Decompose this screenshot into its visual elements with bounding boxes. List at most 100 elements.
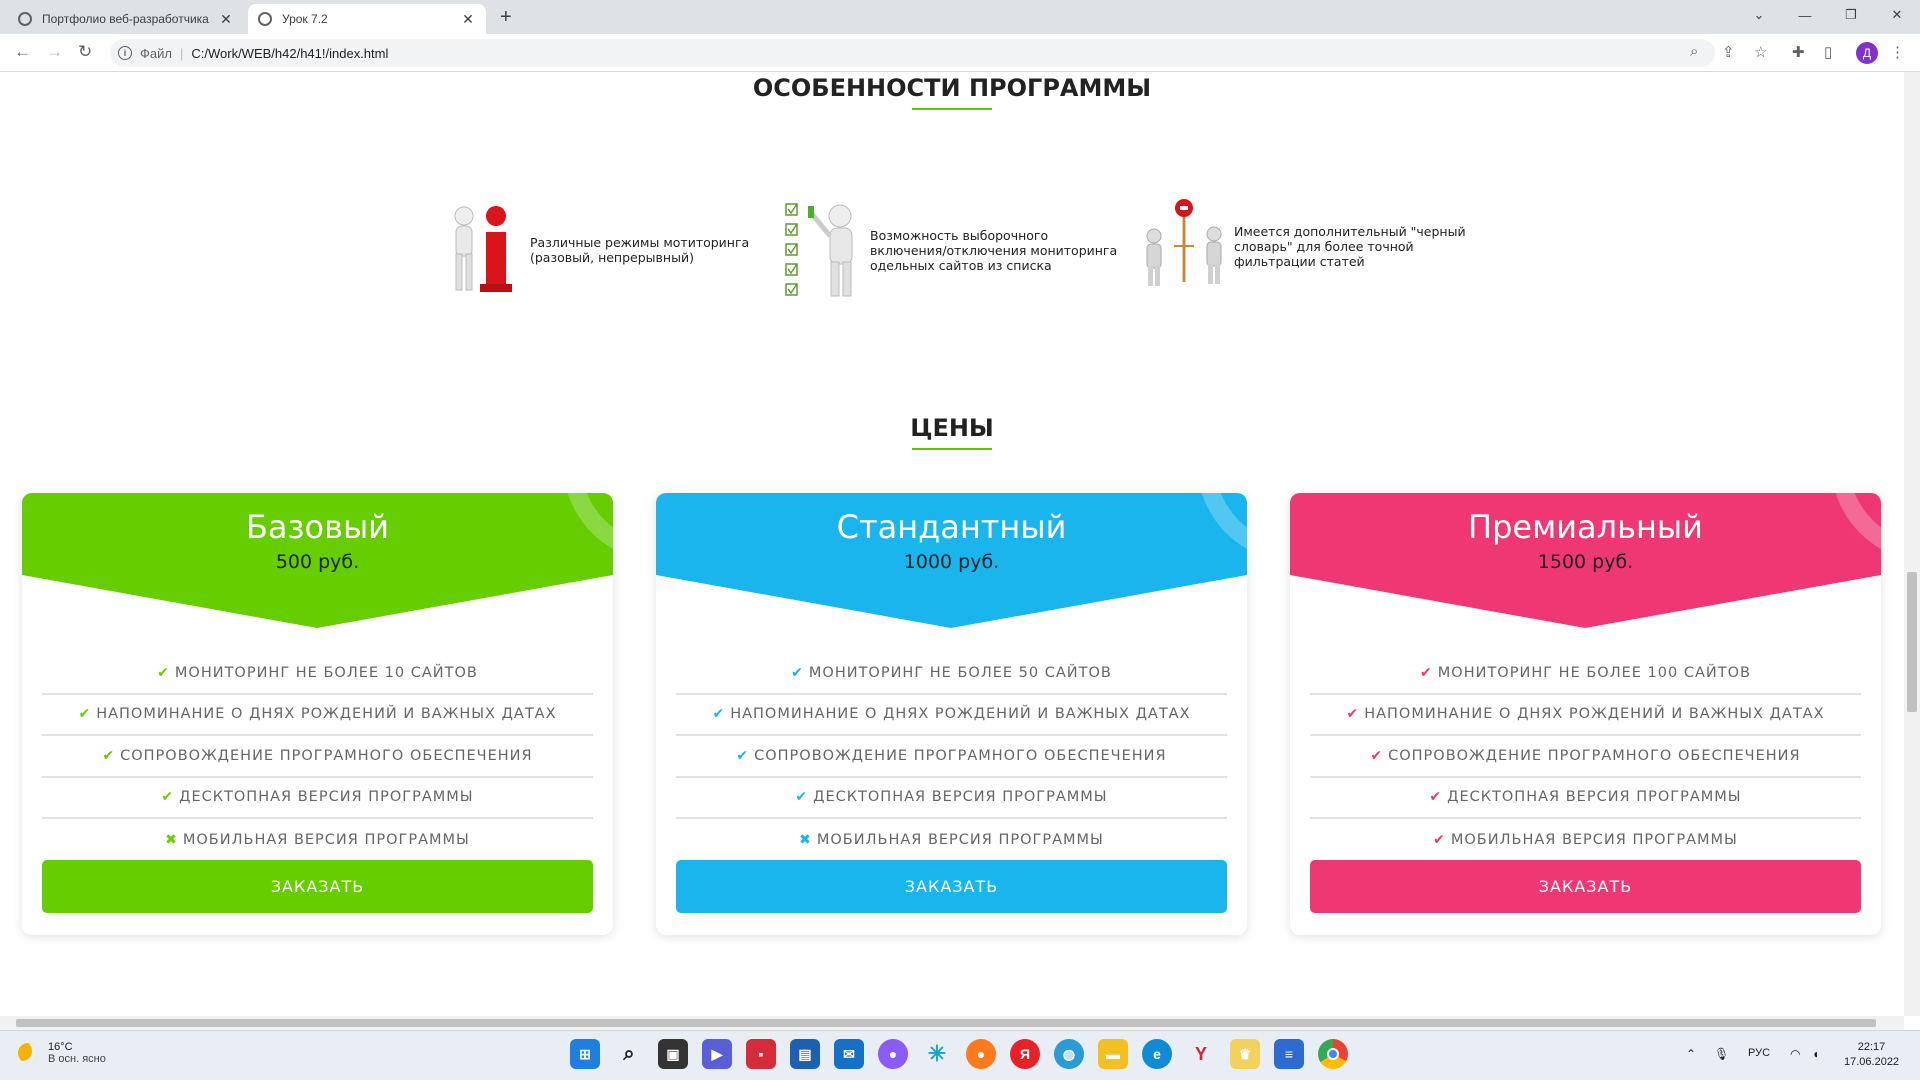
plan-feature-text: НАПОМИНАНИЕ О ДНЯХ РОЖДЕНИЙ И ВАЖНЫХ ДАТ… bbox=[1364, 706, 1825, 723]
chat-icon[interactable]: ▶ bbox=[702, 1039, 732, 1069]
features-title-text: ОСОБЕННОСТИ ПРОГРАММЫ bbox=[752, 74, 1152, 102]
plan-feature-text: МОБИЛЬНАЯ ВЕРСИЯ ПРОГРАММЫ bbox=[1450, 831, 1738, 848]
start-icon[interactable]: ⊞ bbox=[570, 1039, 600, 1069]
edge-icon[interactable]: e bbox=[1142, 1039, 1172, 1069]
close-tab-icon[interactable]: ✕ bbox=[218, 11, 234, 28]
cross-icon: ✖ bbox=[799, 831, 812, 848]
crown-icon[interactable]: ♛ bbox=[1230, 1039, 1260, 1069]
weather-widget[interactable]: 16°C В осн. ясно bbox=[18, 1041, 106, 1065]
horizontal-scrollbar[interactable] bbox=[0, 1016, 1904, 1030]
tab-portfolio[interactable]: Портфолио веб-разработчика ✕ bbox=[8, 4, 244, 34]
plan-feature: ✔ ДЕСКТОПНАЯ ВЕРСИЯ ПРОГРАММЫ bbox=[676, 778, 1227, 819]
back-icon[interactable]: ← bbox=[14, 42, 31, 62]
plan-feature-text: ДЕСКТОПНАЯ ВЕРСИЯ ПРОГРАММЫ bbox=[813, 789, 1108, 806]
volume-icon[interactable]: ◖ bbox=[1812, 1047, 1819, 1061]
wifi-icon[interactable]: ◠ bbox=[1790, 1047, 1800, 1061]
clock-date: 17.06.2022 bbox=[1844, 1056, 1900, 1068]
plan-feature: ✔ МОНИТОРИНГ НЕ БОЛЕЕ 10 САЙТОВ bbox=[42, 653, 593, 695]
plan-feature: ✔ МОБИЛЬНАЯ ВЕРСИЯ ПРОГРАММЫ bbox=[1310, 819, 1861, 861]
mail-icon[interactable]: ✉ bbox=[834, 1039, 864, 1069]
yandex-browser-icon[interactable]: Я bbox=[1010, 1039, 1040, 1069]
snowflake-icon[interactable]: ✳ bbox=[922, 1039, 952, 1069]
zoom-icon[interactable]: ⌕ bbox=[1690, 43, 1698, 60]
feature-item: Имеется дополнительный "черный словарь" … bbox=[1144, 198, 1474, 294]
share-icon[interactable]: ⇪ bbox=[1722, 43, 1735, 61]
clock-time: 22:17 bbox=[1857, 1041, 1886, 1053]
taskbar: 16°C В осн. ясно ⊞ ⌕ ▣ ▶ ▪ ▤ ✉ ● ✳ ● Я ◍… bbox=[0, 1030, 1920, 1080]
restore-button[interactable]: ❐ bbox=[1828, 0, 1874, 30]
weather-desc: В осн. ясно bbox=[48, 1053, 106, 1065]
address-bar[interactable]: i Файл | C:/Work/WEB/h42/h41!/index.html bbox=[110, 39, 1715, 67]
task-view-icon[interactable]: ▣ bbox=[658, 1039, 688, 1069]
tab-strip: Портфолио веб-разработчика ✕ Урок 7.2 ✕ … bbox=[0, 0, 1920, 34]
plan-feature: ✔ МОНИТОРИНГ НЕ БОЛЕЕ 100 САЙТОВ bbox=[1310, 653, 1861, 695]
plan-price: 1000 руб. bbox=[903, 551, 1000, 573]
side-panel-icon[interactable]: ▯ bbox=[1824, 43, 1832, 61]
extensions-icon[interactable]: ✚ bbox=[1792, 43, 1805, 61]
page-content: ОСОБЕННОСТИ ПРОГРАММЫ Различные режимы м… bbox=[0, 72, 1904, 1016]
scroll-thumb[interactable] bbox=[1907, 572, 1917, 712]
yandex-icon[interactable]: Y bbox=[1186, 1039, 1216, 1069]
search-icon[interactable]: ⌕ bbox=[614, 1039, 644, 1069]
vertical-scrollbar[interactable] bbox=[1904, 72, 1920, 1016]
alice-icon[interactable]: ● bbox=[878, 1039, 908, 1069]
url-text[interactable]: C:/Work/WEB/h42/h41!/index.html bbox=[191, 46, 388, 61]
feature-item: Возможность выборочного включения/отключ… bbox=[784, 200, 1120, 300]
taskbar-apps: ⊞ ⌕ ▣ ▶ ▪ ▤ ✉ ● ✳ ● Я ◍ ▬ e Y ♛ ≡ bbox=[570, 1039, 1362, 1069]
info-icon[interactable]: i bbox=[118, 46, 132, 60]
plan-feature-text: МОНИТОРИНГ НЕ БОЛЕЕ 10 САЙТОВ bbox=[174, 664, 478, 681]
tab-search-icon[interactable]: ⌄ bbox=[1736, 0, 1782, 30]
check-icon: ✔ bbox=[161, 789, 175, 806]
check-icon: ✔ bbox=[78, 706, 92, 723]
show-hidden-icons[interactable]: ⌃ bbox=[1686, 1047, 1696, 1061]
notepad-icon[interactable]: ≡ bbox=[1274, 1039, 1304, 1069]
title-underline bbox=[912, 108, 992, 110]
card-header: Базовый 500 руб. bbox=[22, 493, 613, 628]
plan-feature-list: ✔ МОНИТОРИНГ НЕ БОЛЕЕ 10 САЙТОВ ✔ НАПОМИНА… bbox=[42, 653, 593, 861]
plan-name: Стандантный bbox=[836, 508, 1067, 546]
language-indicator[interactable]: РУС bbox=[1748, 1047, 1770, 1059]
check-icon: ✔ bbox=[1420, 664, 1433, 681]
feature-text: Различные режимы мотиторинга (разовый, н… bbox=[530, 235, 750, 265]
close-tab-icon[interactable]: ✕ bbox=[460, 11, 476, 28]
title-underline bbox=[912, 448, 992, 450]
plan-name: Базовый bbox=[245, 508, 390, 546]
gift-icon[interactable]: ▪ bbox=[746, 1039, 776, 1069]
plan-feature: ✔ ДЕСКТОПНАЯ ВЕРСИЯ ПРОГРАММЫ bbox=[42, 778, 593, 819]
scroll-thumb[interactable] bbox=[16, 1019, 1876, 1027]
plan-feature-text: МОБИЛЬНАЯ ВЕРСИЯ ПРОГРАММЫ bbox=[182, 831, 470, 848]
order-button-premium[interactable]: ЗАКАЗАТЬ bbox=[1310, 860, 1861, 913]
plan-feature-text: МОНИТОРИНГ НЕ БОЛЕЕ 50 САЙТОВ bbox=[808, 664, 1112, 681]
order-button-standard[interactable]: ЗАКАЗАТЬ bbox=[676, 860, 1227, 913]
chrome-icon[interactable] bbox=[1318, 1039, 1348, 1069]
plan-feature-text: СОПРОВОЖДЕНИЕ ПРОГРАМНОГО ОБЕСПЕЧЕНИЯ bbox=[1388, 747, 1801, 764]
menu-icon[interactable]: ⋮ bbox=[1890, 43, 1905, 61]
moon-icon bbox=[18, 1043, 38, 1063]
minimize-button[interactable]: — bbox=[1782, 0, 1828, 30]
plan-feature-list: ✔ МОНИТОРИНГ НЕ БОЛЕЕ 100 САЙТОВ ✔ НАПОМИН… bbox=[1310, 653, 1861, 861]
plan-feature: ✔ НАПОМИНАНИЕ О ДНЯХ РОЖДЕНИЙ И ВАЖНЫХ ДА… bbox=[1310, 695, 1861, 736]
tab-lesson[interactable]: Урок 7.2 ✕ bbox=[248, 4, 486, 34]
reload-icon[interactable]: ↻ bbox=[78, 42, 92, 62]
microphone-icon[interactable]: 🎙 bbox=[1714, 1047, 1729, 1061]
check-icon: ✔ bbox=[712, 706, 726, 723]
check-icon: ✔ bbox=[795, 789, 809, 806]
store-icon[interactable]: ▤ bbox=[790, 1039, 820, 1069]
check-icon: ✔ bbox=[1370, 747, 1384, 764]
file-explorer-icon[interactable]: ▬ bbox=[1098, 1039, 1128, 1069]
plan-feature: ✔ СОПРОВОЖДЕНИЕ ПРОГРАМНОГО ОБЕСПЕЧЕНИЯ bbox=[676, 736, 1227, 778]
profile-avatar[interactable]: Д bbox=[1856, 42, 1878, 64]
close-window-button[interactable]: ✕ bbox=[1874, 0, 1920, 30]
firefox-icon[interactable]: ● bbox=[966, 1039, 996, 1069]
bookmark-star-icon[interactable]: ☆ bbox=[1754, 43, 1767, 61]
new-tab-button[interactable]: + bbox=[500, 6, 512, 29]
check-icon: ✔ bbox=[1429, 789, 1443, 806]
weather-temp: 16°C bbox=[48, 1041, 73, 1053]
pricing-section-title: ЦЕНЫ bbox=[0, 414, 1904, 450]
clock[interactable]: 22:17 17.06.2022 bbox=[1844, 1040, 1899, 1070]
order-button-basic[interactable]: ЗАКАЗАТЬ bbox=[42, 860, 593, 913]
globe-app-icon[interactable]: ◍ bbox=[1054, 1039, 1084, 1069]
tab-title: Портфолио веб-разработчика bbox=[42, 12, 209, 26]
forward-icon[interactable]: → bbox=[46, 42, 63, 62]
plan-price: 1500 руб. bbox=[1537, 551, 1634, 573]
